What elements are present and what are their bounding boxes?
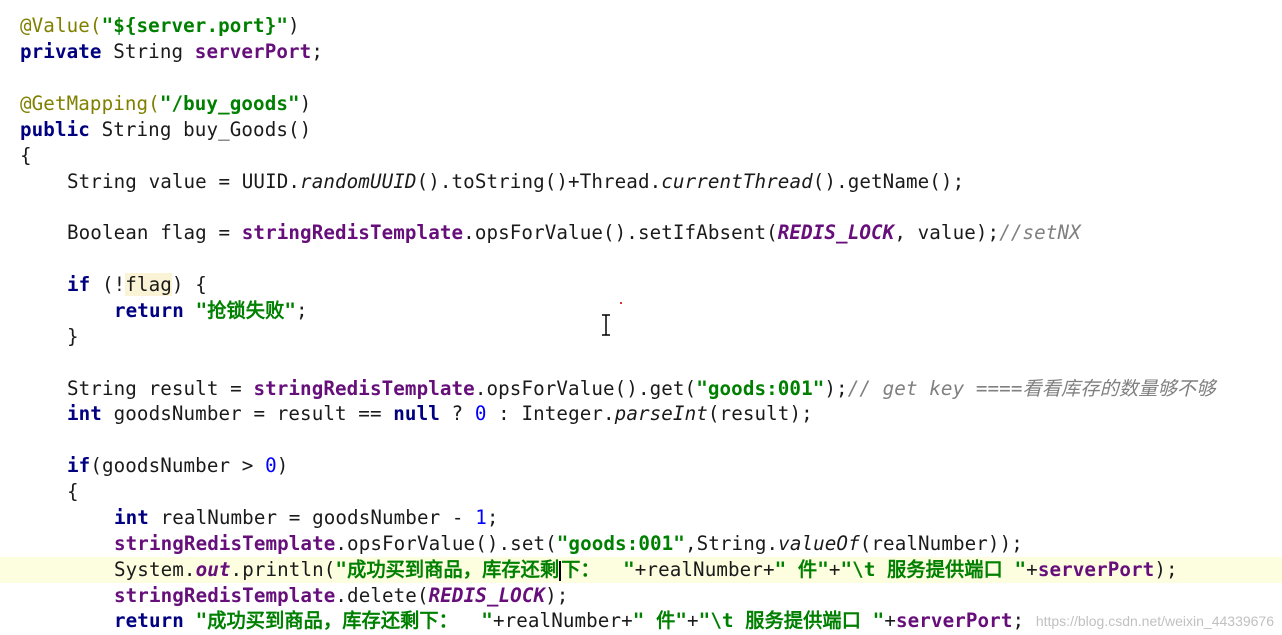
code-line: int realNumber = goodsNumber - 1; [114,506,499,529]
watermark: https://blog.csdn.net/weixin_44339676 [1035,613,1274,629]
marker-dot [620,302,622,304]
code-line: return "抢锁失败"; [114,299,308,322]
code-line: if (!flag) { [67,273,207,296]
code-line: public String buy_Goods() [20,118,312,141]
code-line: Boolean flag = stringRedisTemplate.opsFo… [67,221,1081,244]
code-line: if(goodsNumber > 0) [67,454,289,477]
current-line: System.out.println("成功买到商品，库存还剩 下： "+real… [0,557,1282,583]
code-line: { [67,480,79,503]
code-line: stringRedisTemplate.delete(REDIS_LOCK); [114,584,569,607]
code-line: } [67,325,79,348]
code-line: return "成功买到商品，库存还剩下： "+realNumber+" 件"+… [114,609,1025,632]
code-line: String value = UUID.randomUUID().toStrin… [67,170,965,193]
code-line: { [20,144,32,167]
code-line: System.out.println("成功买到商品，库存还剩 下： "+real… [114,558,1178,581]
code-line: int goodsNumber = result == null ? 0 : I… [67,402,813,425]
text-cursor-icon [602,314,610,336]
code-editor[interactable]: @Value("${server.port}") private String … [0,0,1282,635]
code-line: private String serverPort; [20,40,323,63]
code-line: stringRedisTemplate.opsForValue().set("g… [114,532,1023,555]
code-line: @GetMapping("/buy_goods") [20,92,312,115]
code-line: @Value("${server.port}") [20,14,300,37]
code-line: String result = stringRedisTemplate.opsF… [67,377,1216,400]
